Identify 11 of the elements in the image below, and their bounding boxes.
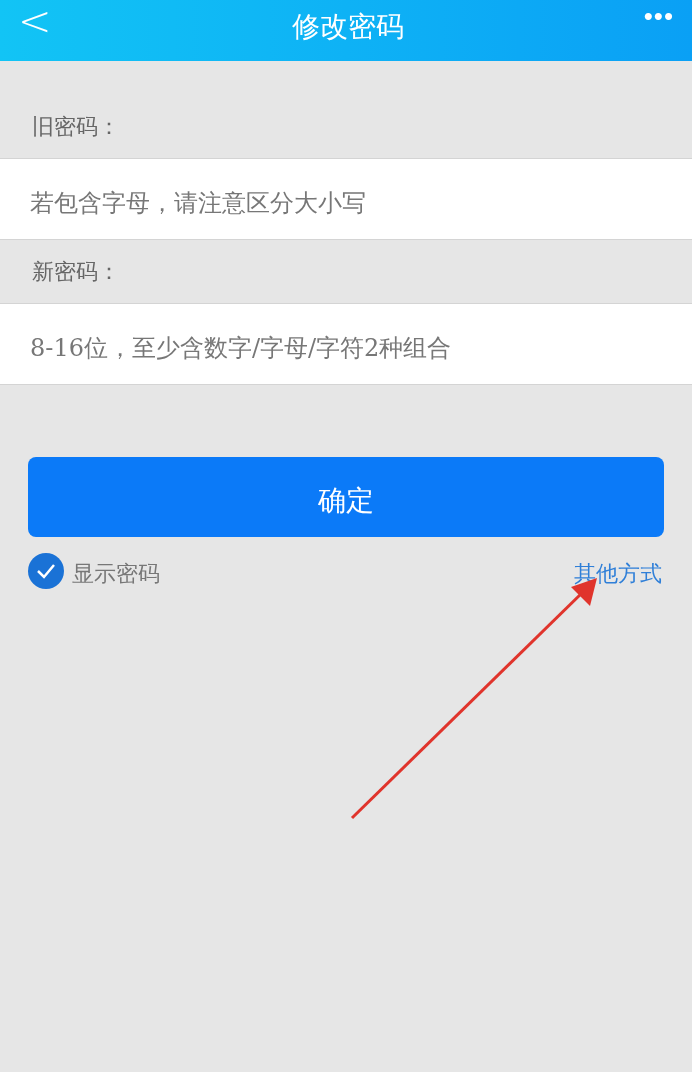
password-field[interactable]: 若包含字母，请注意区分大小写 bbox=[0, 158, 692, 240]
check-icon bbox=[36, 563, 56, 579]
field-label: 旧密码： bbox=[32, 113, 120, 141]
page-title: 修改密码 bbox=[291, 8, 404, 45]
field-label: 新密码： bbox=[32, 258, 120, 286]
password-field[interactable]: 8-16位，至少含数字/字母/字符2种组合 bbox=[0, 303, 692, 385]
checkbox[interactable] bbox=[28, 553, 64, 589]
back-button[interactable]: < bbox=[18, 0, 52, 41]
checkbox-label: 显示密码 bbox=[72, 560, 160, 588]
more-button[interactable]: ••• bbox=[643, 1, 674, 32]
confirm-button[interactable]: 确定 bbox=[28, 457, 664, 537]
